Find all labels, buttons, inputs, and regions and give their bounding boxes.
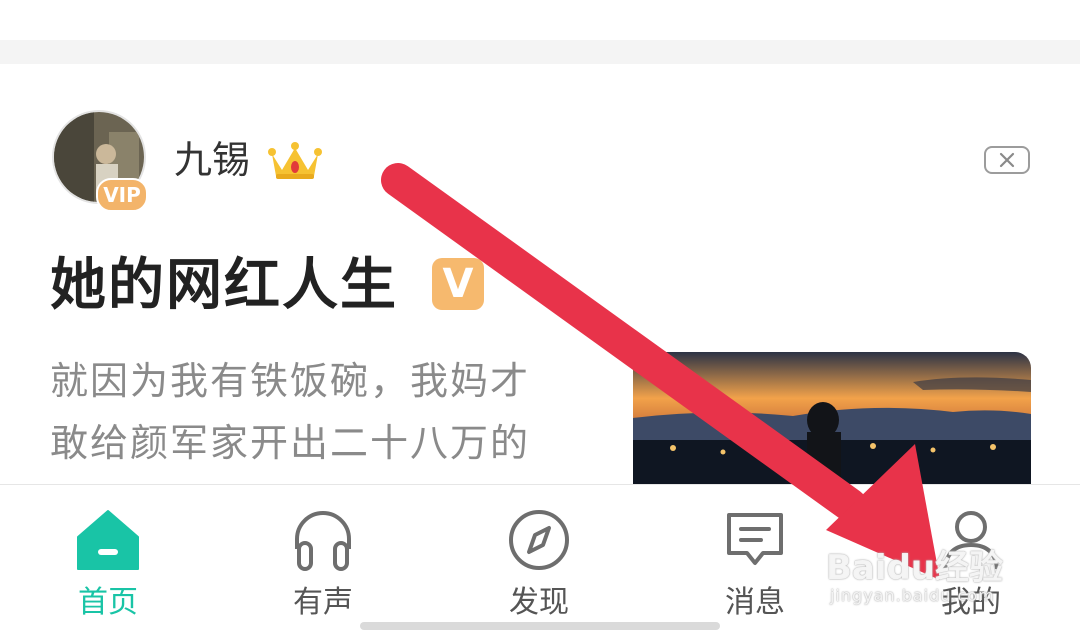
dismiss-button[interactable] [984, 146, 1030, 174]
close-icon [999, 152, 1015, 168]
watermark-brand: Baidu经验 [826, 548, 1004, 588]
tab-audio[interactable]: 有声 [243, 485, 403, 625]
tab-messages[interactable]: 消息 [675, 485, 835, 625]
story-title[interactable]: 她的网红人生 [50, 250, 398, 322]
message-icon [723, 509, 787, 575]
excerpt-line: 就因为我有铁饭碗，我妈才 [50, 359, 531, 403]
watermark: Baidu经验 jingyan.baidu.com [826, 540, 1026, 610]
crown-icon [268, 140, 322, 186]
status-bar-area [0, 0, 1080, 40]
tab-label: 消息 [725, 585, 785, 620]
headphones-icon [291, 509, 355, 575]
tab-label: 首页 [78, 585, 138, 620]
tab-discover[interactable]: 发现 [459, 485, 619, 625]
author-name[interactable]: 九锡 [174, 136, 250, 184]
compass-icon [507, 509, 571, 575]
tab-label: 有声 [293, 585, 353, 620]
story-excerpt[interactable]: 就因为我有铁饭碗，我妈才 敢给颜军家开出二十八万的 [50, 350, 600, 474]
tab-label: 发现 [509, 585, 569, 620]
story-thumbnail[interactable] [633, 352, 1031, 484]
home-icon [76, 509, 140, 575]
section-divider [0, 40, 1080, 64]
home-indicator [360, 622, 720, 630]
watermark-url: jingyan.baidu.com [830, 586, 995, 605]
excerpt-line: 敢给颜军家开出二十八万的 [50, 421, 531, 465]
verified-badge: V [432, 258, 484, 310]
vip-badge: VIP [96, 178, 148, 212]
tab-home[interactable]: 首页 [28, 485, 188, 625]
